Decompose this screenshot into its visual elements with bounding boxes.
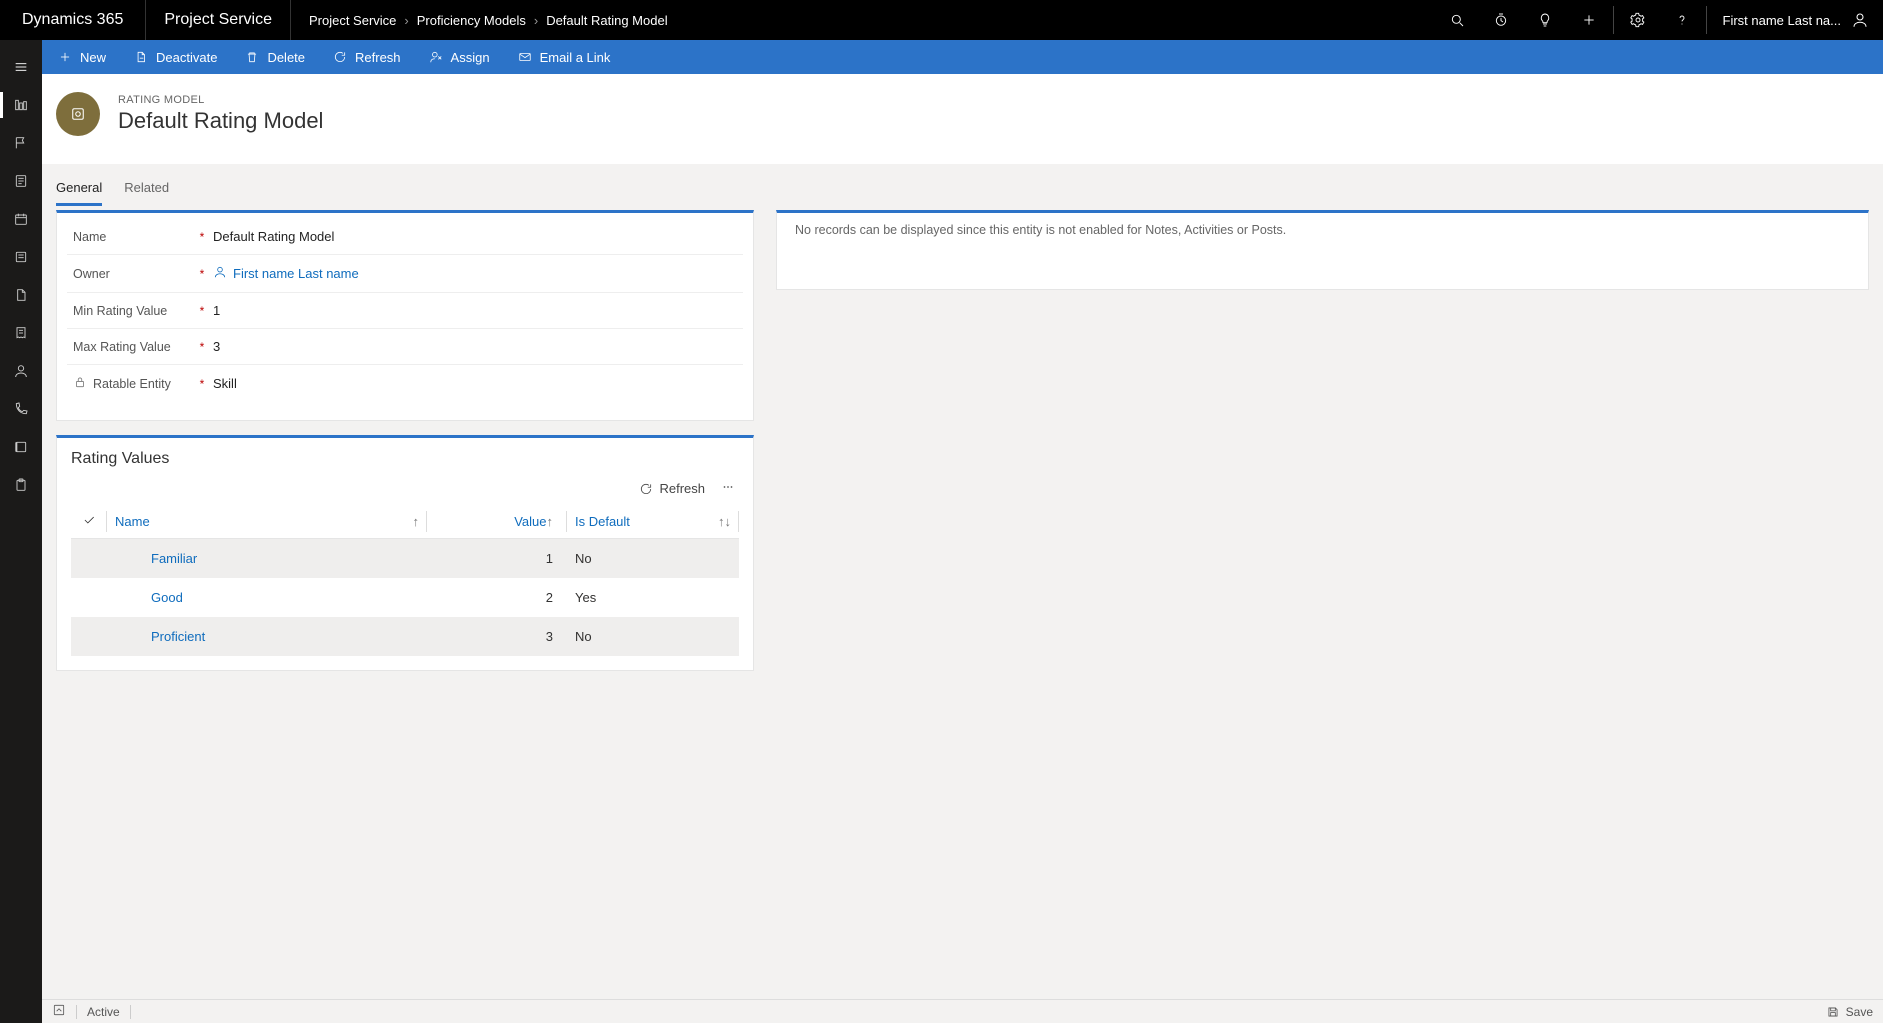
grid-col-name[interactable]: Name ↑	[107, 505, 427, 539]
field-max-rating-label: Max Rating Value	[67, 340, 195, 354]
refresh-button[interactable]: Refresh	[319, 40, 415, 74]
table-row[interactable]: Proficient 3 No	[71, 617, 739, 656]
rating-is-default: No	[567, 539, 739, 579]
gear-icon[interactable]	[1616, 0, 1660, 40]
rating-name-link[interactable]: Familiar	[151, 551, 197, 566]
tab-general[interactable]: General	[56, 174, 102, 206]
field-owner-label: Owner	[67, 267, 195, 281]
deactivate-label: Deactivate	[156, 50, 217, 65]
nav-item-receipt[interactable]	[0, 314, 42, 352]
new-label: New	[80, 50, 106, 65]
field-min-rating-label: Min Rating Value	[67, 304, 195, 318]
table-row[interactable]: Good 2 Yes	[71, 578, 739, 617]
record-type-label: RATING MODEL	[118, 94, 323, 106]
empty-message: No records can be displayed since this e…	[795, 223, 1850, 237]
tab-related[interactable]: Related	[124, 174, 169, 206]
breadcrumb: Project Service › Proficiency Models › D…	[291, 0, 686, 40]
field-owner-value[interactable]: First name Last name	[209, 265, 743, 282]
nav-item-list[interactable]	[0, 238, 42, 276]
deactivate-button[interactable]: Deactivate	[120, 40, 231, 74]
rating-value: 2	[427, 578, 567, 617]
field-min-rating-value[interactable]: 1	[209, 303, 743, 318]
notes-panel: No records can be displayed since this e…	[776, 210, 1869, 290]
user-name-label: First name Last na...	[1723, 13, 1842, 28]
owner-link[interactable]: First name Last name	[233, 266, 359, 281]
add-icon[interactable]	[1567, 0, 1611, 40]
field-name-label: Name	[67, 230, 195, 244]
rating-values-grid: Name ↑ Value ↑ Is Default ↑↓	[71, 505, 739, 656]
nav-item-project[interactable]	[0, 86, 42, 124]
required-indicator: *	[195, 340, 209, 354]
rating-value: 3	[427, 617, 567, 656]
user-menu[interactable]: First name Last na...	[1709, 0, 1883, 40]
rating-values-panel: Rating Values Refresh	[56, 435, 754, 671]
grid-select-all[interactable]	[71, 505, 107, 539]
table-row[interactable]: Familiar 1 No	[71, 539, 739, 579]
field-name-value[interactable]: Default Rating Model	[209, 229, 743, 244]
sort-icon: ↑↓	[718, 514, 731, 529]
nav-item-file[interactable]	[0, 276, 42, 314]
person-icon	[1851, 11, 1869, 29]
nav-item-flag[interactable]	[0, 124, 42, 162]
assign-button[interactable]: Assign	[415, 40, 504, 74]
lightbulb-icon[interactable]	[1523, 0, 1567, 40]
grid-col-value[interactable]: Value ↑	[427, 505, 567, 539]
nav-item-panel[interactable]	[0, 428, 42, 466]
left-nav	[0, 40, 42, 1023]
timer-icon[interactable]	[1479, 0, 1523, 40]
rating-name-link[interactable]: Proficient	[151, 629, 205, 644]
chevron-right-icon: ›	[404, 13, 408, 28]
record-type-icon	[56, 92, 100, 136]
refresh-label: Refresh	[355, 50, 401, 65]
nav-item-note[interactable]	[0, 162, 42, 200]
grid-more-icon[interactable]	[717, 480, 739, 497]
required-indicator: *	[195, 377, 209, 391]
grid-refresh-label: Refresh	[659, 481, 705, 496]
breadcrumb-item-1[interactable]: Proficiency Models	[417, 13, 526, 28]
delete-label: Delete	[267, 50, 305, 65]
grid-refresh-button[interactable]: Refresh	[639, 481, 705, 496]
hamburger-icon[interactable]	[0, 48, 42, 86]
footer-expand-icon[interactable]	[52, 1003, 66, 1020]
required-indicator: *	[195, 267, 209, 281]
chevron-right-icon: ›	[534, 13, 538, 28]
save-button[interactable]: Save	[1826, 1005, 1873, 1019]
status-label: Active	[87, 1005, 120, 1019]
nav-item-clipboard[interactable]	[0, 466, 42, 504]
rating-values-title: Rating Values	[71, 448, 739, 478]
grid-col-is-default[interactable]: Is Default ↑↓	[567, 505, 739, 539]
email-link-button[interactable]: Email a Link	[504, 40, 625, 74]
delete-button[interactable]: Delete	[231, 40, 319, 74]
brand-logo[interactable]: Dynamics 365	[0, 0, 146, 40]
rating-name-link[interactable]: Good	[151, 590, 183, 605]
email-link-label: Email a Link	[540, 50, 611, 65]
lock-icon	[73, 375, 87, 392]
nav-item-person[interactable]	[0, 352, 42, 390]
breadcrumb-item-0[interactable]: Project Service	[309, 13, 396, 28]
person-icon	[213, 265, 227, 282]
breadcrumb-item-2[interactable]: Default Rating Model	[546, 13, 667, 28]
field-ratable-entity-value: Skill	[209, 376, 743, 391]
assign-label: Assign	[451, 50, 490, 65]
page-title: Default Rating Model	[118, 108, 323, 134]
help-icon[interactable]	[1660, 0, 1704, 40]
rating-is-default: Yes	[567, 578, 739, 617]
rating-value: 1	[427, 539, 567, 579]
field-max-rating-value[interactable]: 3	[209, 339, 743, 354]
sort-asc-icon: ↑	[547, 514, 554, 529]
app-name[interactable]: Project Service	[146, 0, 291, 40]
search-icon[interactable]	[1435, 0, 1479, 40]
sort-asc-icon: ↑	[413, 514, 420, 529]
new-button[interactable]: New	[42, 40, 120, 74]
required-indicator: *	[195, 304, 209, 318]
required-indicator: *	[195, 230, 209, 244]
rating-is-default: No	[567, 617, 739, 656]
field-ratable-entity-label: Ratable Entity	[67, 375, 195, 392]
nav-item-phone[interactable]	[0, 390, 42, 428]
save-label: Save	[1846, 1005, 1873, 1019]
form-panel: Name * Default Rating Model Owner *	[56, 210, 754, 421]
nav-item-calendar[interactable]	[0, 200, 42, 238]
command-bar: New Deactivate Delete Refresh Assign Ema…	[42, 40, 1883, 74]
